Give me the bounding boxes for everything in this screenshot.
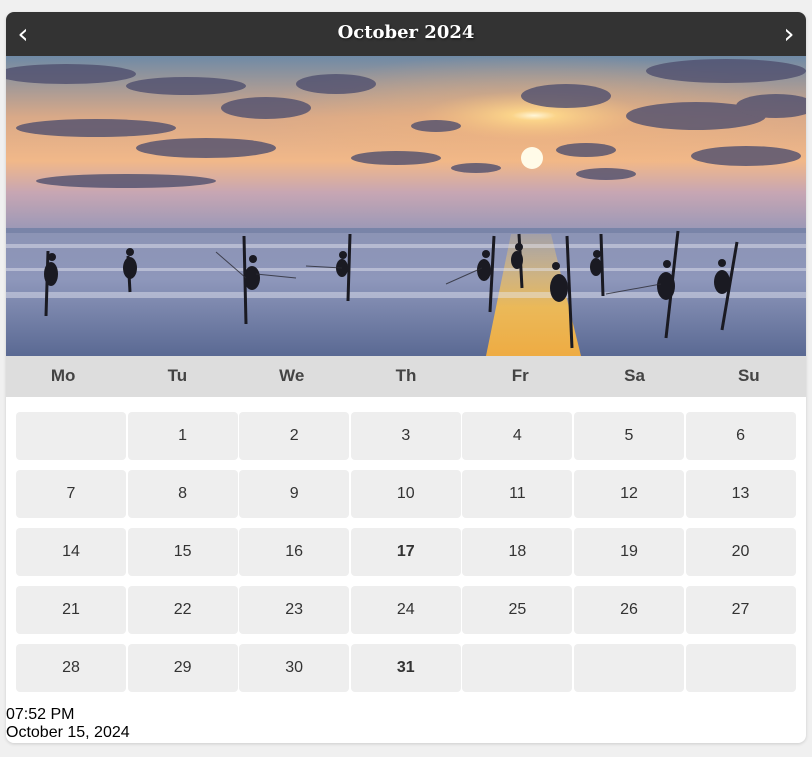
next-month-button[interactable]: › xyxy=(774,12,804,56)
day-cell-16[interactable]: 16 xyxy=(239,528,350,576)
day-cell-14[interactable]: 14 xyxy=(16,528,126,576)
day-cell-6[interactable]: 6 xyxy=(685,412,796,460)
day-cell-27[interactable]: 27 xyxy=(685,586,796,634)
calendar-widget: ‹ October 2024 › Mo Tu We Th Fr Sa Su 1 … xyxy=(6,12,806,743)
day-cell-15[interactable]: 15 xyxy=(127,528,238,576)
day-cell-10[interactable]: 10 xyxy=(350,470,461,518)
calendar-header: ‹ October 2024 › xyxy=(6,12,806,56)
empty-day-cell xyxy=(685,644,796,692)
day-cell-29[interactable]: 29 xyxy=(127,644,238,692)
day-cell-9[interactable]: 9 xyxy=(239,470,350,518)
day-cell-18[interactable]: 18 xyxy=(462,528,573,576)
day-cell-19[interactable]: 19 xyxy=(573,528,684,576)
datetime-footer: 07:52 PM October 15, 2024 xyxy=(6,706,130,742)
day-cell-25[interactable]: 25 xyxy=(462,586,573,634)
day-cell-31[interactable]: 31 xyxy=(350,644,461,692)
day-cell-3[interactable]: 3 xyxy=(350,412,461,460)
weekday-su: Su xyxy=(737,366,760,385)
day-cell-4[interactable]: 4 xyxy=(462,412,573,460)
month-title: October 2024 xyxy=(337,22,475,43)
weekday-header-row: Mo Tu We Th Fr Sa Su xyxy=(6,356,806,397)
day-cell-5[interactable]: 5 xyxy=(573,412,684,460)
day-cell-21[interactable]: 21 xyxy=(16,586,126,634)
day-cell-30[interactable]: 30 xyxy=(239,644,350,692)
weekday-th: Th xyxy=(395,366,417,385)
day-cell-2[interactable]: 2 xyxy=(239,412,350,460)
chevron-right-icon: › xyxy=(783,17,795,50)
day-cell-26[interactable]: 26 xyxy=(573,586,684,634)
banner-image xyxy=(6,56,806,356)
day-cell-23[interactable]: 23 xyxy=(239,586,350,634)
weekday-mo: Mo xyxy=(50,366,76,385)
current-time: 07:52 PM xyxy=(6,706,75,723)
day-cell-13[interactable]: 13 xyxy=(685,470,796,518)
day-cell-20[interactable]: 20 xyxy=(685,528,796,576)
weekday-fr: Fr xyxy=(511,366,529,385)
day-cell-22[interactable]: 22 xyxy=(127,586,238,634)
day-cell-12[interactable]: 12 xyxy=(573,470,684,518)
day-cell-8[interactable]: 8 xyxy=(127,470,238,518)
current-date: October 15, 2024 xyxy=(6,724,130,741)
empty-day-cell xyxy=(573,644,684,692)
weekday-we: We xyxy=(279,366,305,385)
day-cell-28[interactable]: 28 xyxy=(16,644,126,692)
weekday-sa: Sa xyxy=(624,366,645,385)
empty-day-cell xyxy=(16,412,126,460)
day-cell-17[interactable]: 17 xyxy=(350,528,461,576)
empty-day-cell xyxy=(462,644,573,692)
day-cell-1[interactable]: 1 xyxy=(127,412,238,460)
day-cell-7[interactable]: 7 xyxy=(16,470,126,518)
day-cell-24[interactable]: 24 xyxy=(350,586,461,634)
weekday-tu: Tu xyxy=(167,366,188,385)
days-grid: 1 2 3 4 5 6 7 8 9 10 11 12 13 14 15 16 17 18 19 20 21 22 23 24 2… xyxy=(16,412,796,692)
day-cell-11[interactable]: 11 xyxy=(462,470,573,518)
